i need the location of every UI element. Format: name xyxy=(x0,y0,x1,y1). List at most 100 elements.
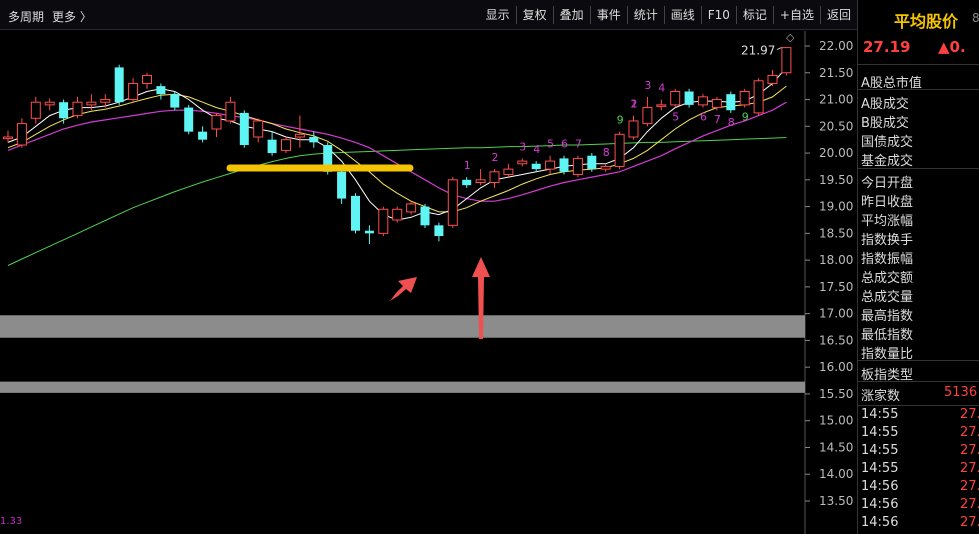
candle-body xyxy=(309,137,319,143)
td-count-label: 2 xyxy=(492,151,499,164)
candle-body xyxy=(614,133,625,167)
td-count-label: 5 xyxy=(672,111,679,124)
quote-field-label: 总成交额 xyxy=(861,271,914,286)
y-tick-label: 16.50 xyxy=(819,333,853,347)
tick-price: 27. xyxy=(960,425,979,440)
f10-button[interactable]: F10 xyxy=(700,6,736,24)
td-count-label: 4 xyxy=(658,82,665,95)
chart-toolbar: 多周期 更多 〉 显示 复权 叠加 事件 统计 画线 F10 标记 +自选 返回 xyxy=(0,0,857,30)
candle-body xyxy=(642,107,653,125)
ma60-line xyxy=(7,137,787,266)
index-code: 8 xyxy=(972,11,979,25)
candle-body xyxy=(628,120,639,138)
candle-body xyxy=(253,120,264,138)
quote-field-label: 国债成交 xyxy=(861,135,914,150)
y-tick-label: 17.50 xyxy=(819,280,853,294)
statistics-button[interactable]: 统计 xyxy=(626,6,664,24)
y-tick-label: 20.50 xyxy=(819,119,853,133)
quote-field-label: 今日开盘 xyxy=(861,176,914,191)
high-marker-line xyxy=(776,47,782,51)
candle-body xyxy=(239,112,249,146)
y-tick-label: 13.50 xyxy=(819,494,853,508)
tick-time: 14:55 xyxy=(861,443,899,458)
candle-body xyxy=(767,74,778,84)
quote-field-label: 指数振幅 xyxy=(861,252,914,267)
td-count-label: 7 xyxy=(575,138,582,151)
quote-field-label: A股成交 xyxy=(861,97,909,112)
candle-body xyxy=(434,225,444,237)
current-price: 27.19 xyxy=(863,38,911,56)
quote-field-label: B股成交 xyxy=(861,116,909,131)
add-watchlist-button[interactable]: +自选 xyxy=(772,6,820,24)
kline-chart-canvas[interactable]: 22.00 21.50 21.00 20.50 20.00 19.50 19.00 18.50… xyxy=(0,31,857,534)
candle-body xyxy=(225,101,236,122)
quote-field-label: 最低指数 xyxy=(861,328,914,343)
divider xyxy=(858,405,979,406)
quote-field-label: 最高指数 xyxy=(861,309,914,324)
td-count-label: 8 xyxy=(603,146,610,159)
candle-body xyxy=(600,165,611,170)
td-count-label: 6 xyxy=(700,111,707,124)
candle-body xyxy=(72,101,83,117)
candle-body xyxy=(572,157,583,175)
td-count-label: 7 xyxy=(714,113,721,126)
index-title: 平均股价 xyxy=(894,12,959,31)
candle-body xyxy=(156,86,166,95)
tick-price: 27. xyxy=(960,497,979,512)
quote-field-label: 指数换手 xyxy=(861,233,914,248)
candle-body xyxy=(684,91,694,105)
events-button[interactable]: 事件 xyxy=(589,6,627,24)
draw-line-button[interactable]: 画线 xyxy=(663,6,701,24)
arrow-annotation xyxy=(390,277,417,301)
td-count-label: 3 xyxy=(644,79,651,92)
overlay-button[interactable]: 叠加 xyxy=(552,6,590,24)
candle-body xyxy=(294,133,305,138)
toolbar-buttons: 显示 复权 叠加 事件 统计 画线 F10 标记 +自选 返回 xyxy=(480,6,857,24)
display-button[interactable]: 显示 xyxy=(480,6,516,24)
period-selector[interactable]: 多周期 xyxy=(8,8,44,25)
candle-body xyxy=(698,96,708,106)
tick-price: 27. xyxy=(960,461,979,476)
high-price-label: 21.97 xyxy=(741,44,775,58)
candle-body xyxy=(670,91,681,106)
tick-time: 14:55 xyxy=(861,461,899,476)
td-count-label: 4 xyxy=(533,143,540,156)
candle-body xyxy=(475,179,486,184)
tick-price: 27. xyxy=(960,407,979,422)
quote-field-label: 昨日收盘 xyxy=(861,195,914,210)
candle-body xyxy=(739,91,750,106)
ma10-line xyxy=(7,85,787,213)
diamond-icon: ◇ xyxy=(786,31,795,44)
rise-count-label: 涨家数 xyxy=(861,389,901,404)
tick-time: 14:56 xyxy=(861,515,899,530)
candle-body xyxy=(44,101,55,106)
quote-field-label: 总成交量 xyxy=(861,290,914,305)
candle-body xyxy=(281,139,291,151)
mark-button[interactable]: 标记 xyxy=(735,6,773,24)
candle-body xyxy=(142,74,152,84)
back-button[interactable]: 返回 xyxy=(819,6,857,24)
more-menu[interactable]: 更多 〉 xyxy=(52,8,92,25)
quote-field-label: 基金成交 xyxy=(861,154,914,169)
indicator-value: 1.33 xyxy=(0,516,23,527)
candle-body xyxy=(559,158,569,172)
candle-body xyxy=(30,101,41,119)
kline-chart[interactable]: 22.00 21.50 21.00 20.50 20.00 19.50 19.00 18.50… xyxy=(0,31,857,534)
candle-body xyxy=(489,171,500,183)
candle-body xyxy=(184,107,194,132)
td-count-label: 3 xyxy=(519,140,526,153)
candle-body xyxy=(781,47,792,74)
y-tick-label: 17.00 xyxy=(819,307,853,321)
candle-body xyxy=(726,94,736,111)
candle-body xyxy=(447,179,458,226)
candle-body xyxy=(531,163,541,170)
candle-body xyxy=(462,179,472,186)
candle-body xyxy=(170,94,180,108)
tick-price: 27. xyxy=(960,479,979,494)
td-count-label: 1 xyxy=(464,159,471,172)
divider xyxy=(858,64,979,65)
adjust-button[interactable]: 复权 xyxy=(515,6,553,24)
candle-body xyxy=(351,195,360,231)
candle-body xyxy=(100,99,111,103)
y-tick-label: 15.50 xyxy=(819,387,853,401)
